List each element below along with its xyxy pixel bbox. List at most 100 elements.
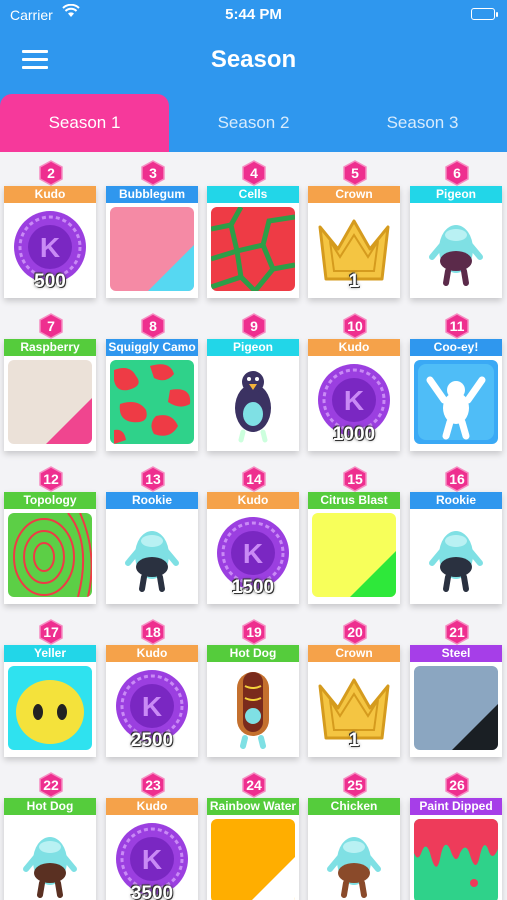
svg-text:K: K xyxy=(40,232,60,263)
reward-tile[interactable]: Rookie xyxy=(106,492,198,604)
reward-amount: 3500 xyxy=(130,883,174,900)
svg-text:K: K xyxy=(142,691,162,722)
reward-image: 1 xyxy=(312,666,396,750)
reward-card: 7 Raspberry xyxy=(4,313,96,453)
reward-tile[interactable]: Topology xyxy=(4,492,96,604)
reward-card: 17 Yeller xyxy=(4,619,96,759)
reward-card: 12 Topology xyxy=(4,466,96,606)
reward-image xyxy=(414,513,498,597)
reward-card: 22 Hot Dog xyxy=(4,772,96,900)
reward-tile[interactable]: Chicken xyxy=(308,798,400,900)
reward-image xyxy=(211,207,295,291)
reward-tile[interactable]: Crown 1 xyxy=(308,645,400,757)
tier-badge: 23 xyxy=(140,772,166,798)
reward-name: Steel xyxy=(410,645,502,662)
tier-badge: 3 xyxy=(140,160,166,186)
reward-card: 5 Crown 1 xyxy=(308,160,400,300)
reward-tile[interactable]: Rainbow Water xyxy=(207,798,299,900)
bean-costume-icon xyxy=(414,513,498,597)
reward-tile[interactable]: Squiggly Camo xyxy=(106,339,198,451)
reward-image xyxy=(211,666,295,750)
reward-name: Rookie xyxy=(106,492,198,509)
season-tabs: Season 1 Season 2 Season 3 xyxy=(0,94,507,152)
reward-tile[interactable]: Hot Dog xyxy=(207,645,299,757)
color-swatch-icon xyxy=(414,666,498,750)
reward-tile[interactable]: Kudo K 2500 xyxy=(106,645,198,757)
tier-number: 11 xyxy=(449,318,465,334)
reward-image xyxy=(211,819,295,900)
tier-number: 2 xyxy=(47,165,55,181)
tier-number: 24 xyxy=(246,777,262,793)
reward-name: Chicken xyxy=(308,798,400,815)
reward-tile[interactable]: Kudo K 500 xyxy=(4,186,96,298)
reward-name: Paint Dipped xyxy=(410,798,502,815)
color-swatch-icon xyxy=(8,360,92,444)
reward-tile[interactable]: Steel xyxy=(410,645,502,757)
reward-image: K 1500 xyxy=(211,513,295,597)
tier-number: 23 xyxy=(145,777,161,793)
reward-card: 14 Kudo K 1500 xyxy=(207,466,299,606)
reward-name: Raspberry xyxy=(4,339,96,356)
tier-badge: 17 xyxy=(38,619,64,645)
bean-costume-icon xyxy=(110,513,194,597)
reward-amount: 1500 xyxy=(231,577,275,597)
tier-number: 17 xyxy=(43,624,59,640)
reward-card: 16 Rookie xyxy=(410,466,502,606)
reward-tile[interactable]: Kudo K 3500 xyxy=(106,798,198,900)
reward-name: Bubblegum xyxy=(106,186,198,203)
tier-badge: 10 xyxy=(342,313,368,339)
yeller-face-icon xyxy=(8,666,92,750)
reward-card: 19 Hot Dog xyxy=(207,619,299,759)
bean-costume-icon xyxy=(8,819,92,900)
reward-name: Citrus Blast xyxy=(308,492,400,509)
svg-text:K: K xyxy=(243,538,263,569)
reward-name: Topology xyxy=(4,492,96,509)
tier-number: 26 xyxy=(449,777,465,793)
tier-number: 21 xyxy=(449,624,465,640)
reward-name: Pigeon xyxy=(207,339,299,356)
svg-text:K: K xyxy=(344,385,364,416)
reward-image: K 2500 xyxy=(110,666,194,750)
color-swatch-icon xyxy=(110,207,194,291)
reward-card: 10 Kudo K 1000 xyxy=(308,313,400,453)
tier-badge: 14 xyxy=(241,466,267,492)
reward-tile[interactable]: Paint Dipped xyxy=(410,798,502,900)
tier-badge: 19 xyxy=(241,619,267,645)
reward-tile[interactable]: Rookie xyxy=(410,492,502,604)
hotdog-costume-icon xyxy=(211,666,295,750)
tier-badge: 4 xyxy=(241,160,267,186)
reward-image xyxy=(414,666,498,750)
reward-tile[interactable]: Coo-ey! xyxy=(410,339,502,451)
tier-badge: 11 xyxy=(444,313,470,339)
reward-card: 9 Pigeon xyxy=(207,313,299,453)
reward-tile[interactable]: Raspberry xyxy=(4,339,96,451)
reward-tile[interactable]: Kudo K 1500 xyxy=(207,492,299,604)
color-swatch-icon xyxy=(312,513,396,597)
reward-tile[interactable]: Kudo K 1000 xyxy=(308,339,400,451)
tier-number: 19 xyxy=(246,624,262,640)
tier-badge: 20 xyxy=(342,619,368,645)
reward-card: 18 Kudo K 2500 xyxy=(106,619,198,759)
reward-image xyxy=(414,207,498,291)
reward-card: 21 Steel xyxy=(410,619,502,759)
tab-season-2[interactable]: Season 2 xyxy=(169,94,338,152)
reward-tile[interactable]: Yeller xyxy=(4,645,96,757)
tier-number: 25 xyxy=(347,777,363,793)
tab-season-3[interactable]: Season 3 xyxy=(338,94,507,152)
reward-tile[interactable]: Crown 1 xyxy=(308,186,400,298)
reward-tile[interactable]: Cells xyxy=(207,186,299,298)
tab-season-1[interactable]: Season 1 xyxy=(0,94,169,152)
reward-tile[interactable]: Pigeon xyxy=(410,186,502,298)
reward-tile[interactable]: Bubblegum xyxy=(106,186,198,298)
reward-card: 4 Cells xyxy=(207,160,299,300)
reward-card: 20 Crown 1 xyxy=(308,619,400,759)
reward-tile[interactable]: Citrus Blast xyxy=(308,492,400,604)
reward-name: Coo-ey! xyxy=(410,339,502,356)
tier-badge: 16 xyxy=(444,466,470,492)
reward-image xyxy=(414,360,498,444)
reward-image xyxy=(8,513,92,597)
reward-card: 25 Chicken xyxy=(308,772,400,900)
reward-tile[interactable]: Hot Dog xyxy=(4,798,96,900)
reward-tile[interactable]: Pigeon xyxy=(207,339,299,451)
page-title: Season xyxy=(210,46,297,73)
